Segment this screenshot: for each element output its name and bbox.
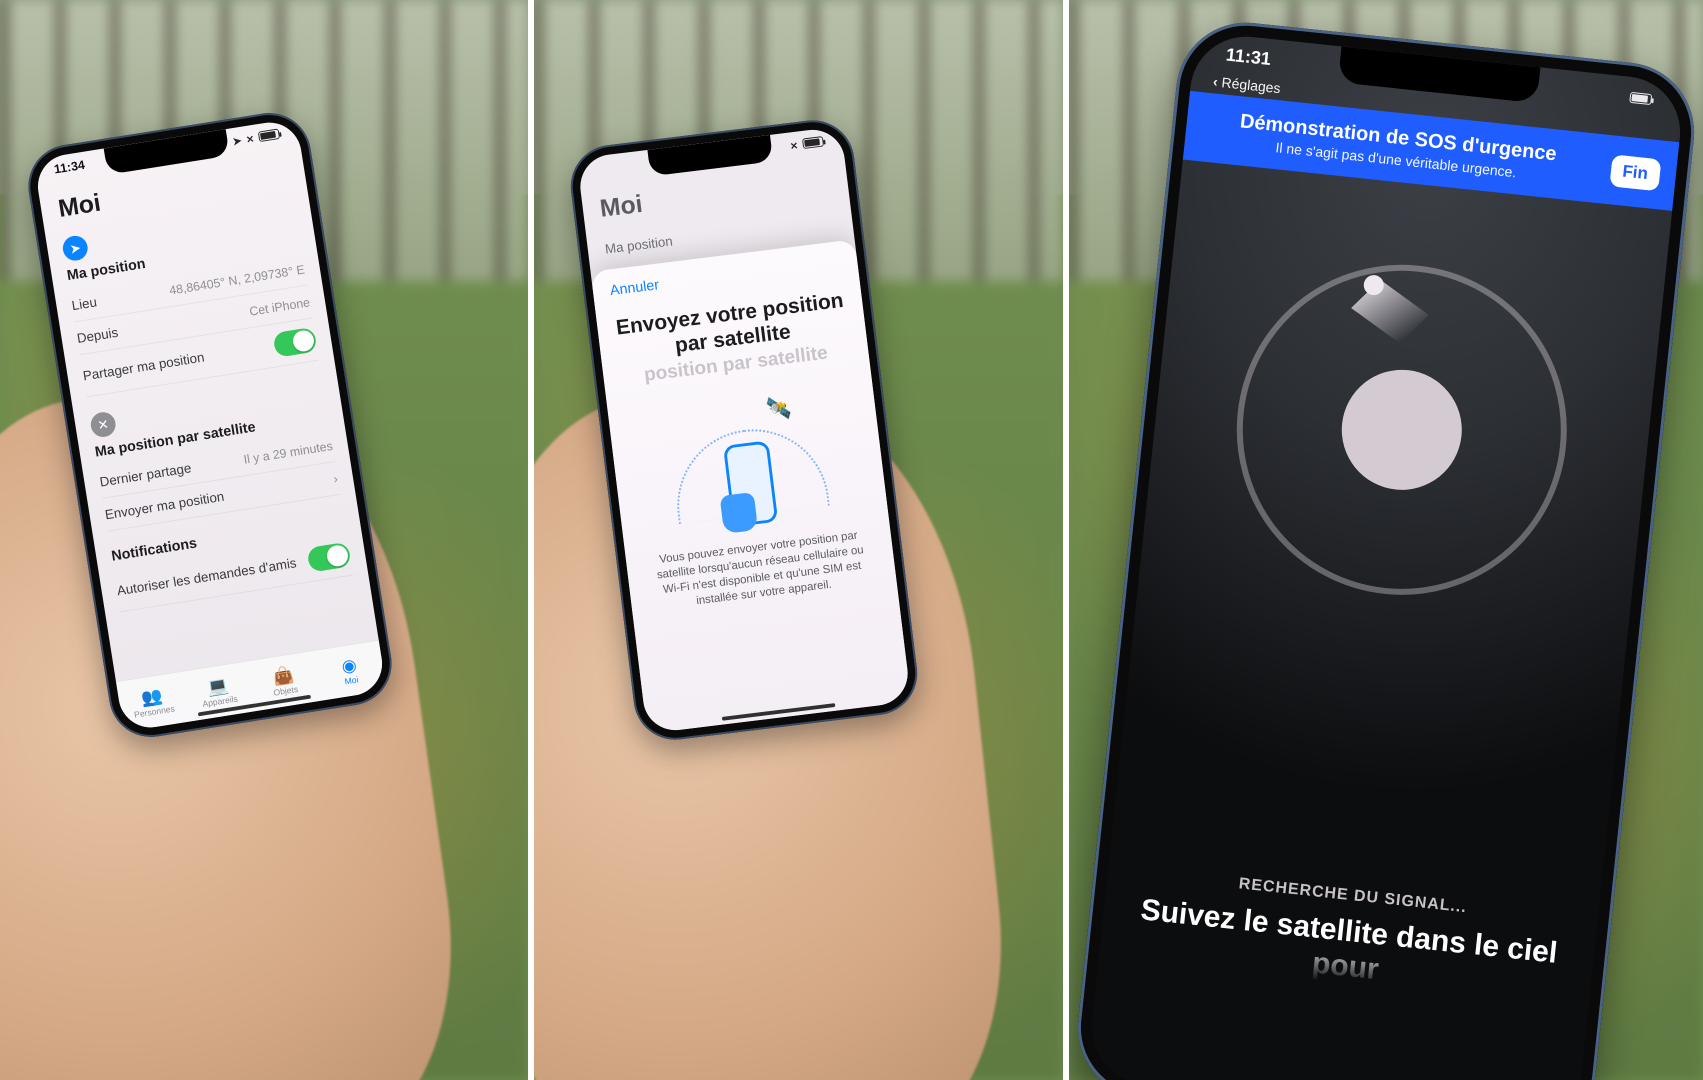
row-depuis-value: Cet iPhone [248,294,311,318]
satellite-status-icon [245,131,255,146]
me-icon: ◉ [340,655,357,674]
photo-panel-1: 11:34 Moi ➤ Ma position Lieu 48,86405° N… [0,0,528,1080]
hand-icon [720,492,759,534]
instruction-block: RECHERCHE DU SIGNAL... Suivez le satelli… [1099,862,1598,1010]
status-time [597,162,602,177]
photo-panel-2: Moi Ma position Annuler Envoyez votre po… [534,0,1062,1080]
fin-button[interactable]: Fin [1609,154,1662,191]
chevron-right-icon: › [332,471,338,486]
sheet-body-text: Vous pouvez envoyer votre position par s… [643,525,881,614]
dimmed-page-title: Moi [599,189,645,223]
tab-personnes-label: Personnes [133,703,175,719]
notch [104,129,230,175]
sos-demo-banner: Démonstration de SOS d'urgence Il ne s'a… [1183,91,1680,211]
location-icon [232,133,243,148]
row-lieu-label: Lieu [71,294,98,313]
findmy-satellite-sheet-screen: Moi Ma position Annuler Envoyez votre po… [577,126,912,734]
satellite-tracker [1220,248,1583,611]
devices-icon: 💻 [206,676,230,696]
dimmed-position-label: Ma position [605,233,674,256]
photo-panel-3: 11:31 Réglages Démonstration de SOS d'ur… [1069,0,1703,1080]
satellite-icon: 🛰️ [762,392,796,425]
status-time: 11:31 [1225,44,1272,70]
row-last-value: Il y a 29 minutes [243,438,334,466]
page-title: Moi [56,188,103,224]
tab-moi[interactable]: ◉ Moi [313,641,387,701]
status-time: 11:34 [53,157,86,176]
notch [1338,46,1541,103]
people-icon: 👥 [140,686,164,706]
share-position-toggle[interactable] [272,327,317,358]
satellite-illustration: 🛰️ [664,383,831,534]
satellite-section-icon: ✕ [89,410,117,438]
tab-moi-label: Moi [344,674,359,686]
cancel-button[interactable]: Annuler [610,277,661,299]
row-last-label: Dernier partage [99,460,193,489]
tab-personnes[interactable]: 👥 Personnes [116,672,190,732]
location-section-icon: ➤ [61,234,89,262]
friends-toggle[interactable] [306,542,351,573]
sos-demo-screen: 11:31 Réglages Démonstration de SOS d'ur… [1086,31,1685,1080]
battery-icon [258,128,280,142]
satellite-status-icon [790,137,800,152]
notch [648,135,774,176]
settings-list[interactable]: ➤ Ma position Lieu 48,86405° N, 2,09738°… [45,193,378,681]
satellite-info-sheet: Annuler Envoyez votre position par satel… [591,239,912,733]
battery-icon [1629,92,1652,105]
row-depuis-label: Depuis [76,324,119,345]
items-icon: 👜 [271,665,295,685]
row-share-label: Partager ma position [82,349,206,383]
battery-icon [802,136,824,149]
back-to-settings[interactable]: Réglages [1212,73,1281,96]
row-friends-label: Autoriser les demandes d'amis [116,555,298,598]
triptych: 11:34 Moi ➤ Ma position Lieu 48,86405° N… [0,0,1703,1080]
